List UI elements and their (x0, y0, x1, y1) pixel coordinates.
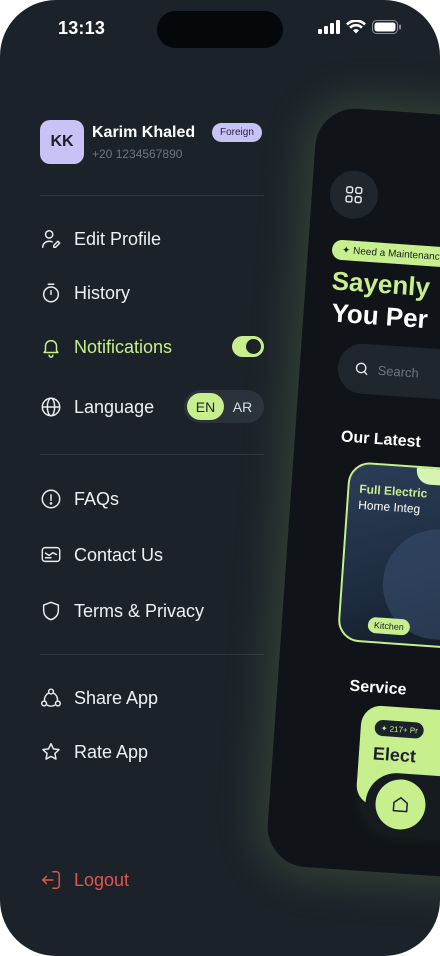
shield-icon (40, 600, 62, 622)
status-time: 13:13 (58, 18, 106, 38)
service-title: Elect (372, 743, 417, 767)
profile-header[interactable]: KK Karim Khaled +20 1234567890 Foreign (40, 120, 264, 164)
home-icon[interactable] (373, 777, 428, 832)
latest-heading: Our Latest (340, 428, 422, 451)
maintenance-chip: ✦ Need a Maintenanc (331, 239, 440, 268)
status-bar: 13:13 (0, 0, 440, 60)
search-input[interactable]: Search (336, 342, 440, 408)
logout-button[interactable]: Logout (40, 865, 264, 895)
grid-menu-icon[interactable] (328, 169, 380, 221)
divider (40, 654, 264, 655)
status-badge: Foreign (212, 123, 262, 142)
menu-label: Contact Us (74, 544, 164, 565)
menu-label: Language (74, 396, 155, 417)
user-edit-icon (40, 228, 62, 250)
menu-label: Terms & Privacy (74, 600, 205, 621)
menu-item-edit-profile[interactable]: Edit Profile (40, 224, 264, 254)
menu-label: Rate App (74, 741, 149, 762)
menu-item-notifications[interactable]: Notifications (40, 332, 264, 362)
menu-label: History (74, 282, 131, 303)
menu-item-terms-privacy[interactable]: Terms & Privacy (40, 596, 264, 626)
profile-name: Karim Khaled (92, 124, 196, 141)
search-placeholder: Search (377, 362, 420, 381)
stopwatch-icon (40, 282, 62, 304)
bell-icon (40, 336, 62, 358)
language-switch[interactable]: EN AR (184, 390, 264, 423)
menu-label: Notifications (74, 336, 173, 357)
logout-label: Logout (74, 869, 130, 890)
avatar: KK (40, 120, 84, 164)
divider (40, 195, 264, 196)
menu-label: Edit Profile (74, 228, 162, 249)
divider (40, 454, 264, 455)
profile-phone: +20 1234567890 (92, 147, 183, 161)
phone-screen: 13:13 KK Karim Khaled +20 1234567890 For… (0, 0, 440, 956)
services-heading: Service (349, 677, 408, 699)
menu-label: FAQs (74, 488, 120, 509)
menu-item-faqs[interactable]: FAQs (40, 484, 264, 514)
wifi-icon (346, 19, 366, 39)
menu-item-contact-us[interactable]: Contact Us (40, 540, 264, 570)
card-tag: Kitchen (367, 616, 411, 636)
hero-title-line2: You Per (330, 297, 429, 335)
latest-card[interactable]: Full Electric Home Integ Kitchen (336, 461, 440, 655)
star-icon (40, 741, 62, 763)
search-icon (355, 362, 368, 376)
status-icons (318, 19, 402, 39)
logout-icon (40, 869, 62, 891)
battery-icon (372, 20, 402, 39)
menu-item-share-app[interactable]: Share App (40, 683, 264, 713)
menu-item-history[interactable]: History (40, 278, 264, 308)
share-icon (40, 687, 62, 709)
bottom-nav (363, 771, 440, 847)
notifications-toggle[interactable] (232, 336, 264, 357)
home-screen-preview[interactable]: ✦ Need a Maintenanc Sayenly You Per Sear… (264, 106, 440, 883)
message-icon (40, 544, 62, 566)
globe-icon (40, 396, 62, 418)
language-option-ar[interactable]: AR (224, 393, 261, 420)
menu-label: Share App (74, 687, 159, 708)
dynamic-island (157, 11, 283, 48)
info-icon (40, 488, 62, 510)
toggle-knob (246, 339, 261, 354)
card-subtitle: Home Integ (357, 497, 421, 517)
service-chip: ✦ 217+ Pr (374, 719, 425, 739)
menu-item-rate-app[interactable]: Rate App (40, 737, 264, 767)
signal-icon (318, 20, 340, 39)
language-option-en[interactable]: EN (187, 393, 224, 420)
